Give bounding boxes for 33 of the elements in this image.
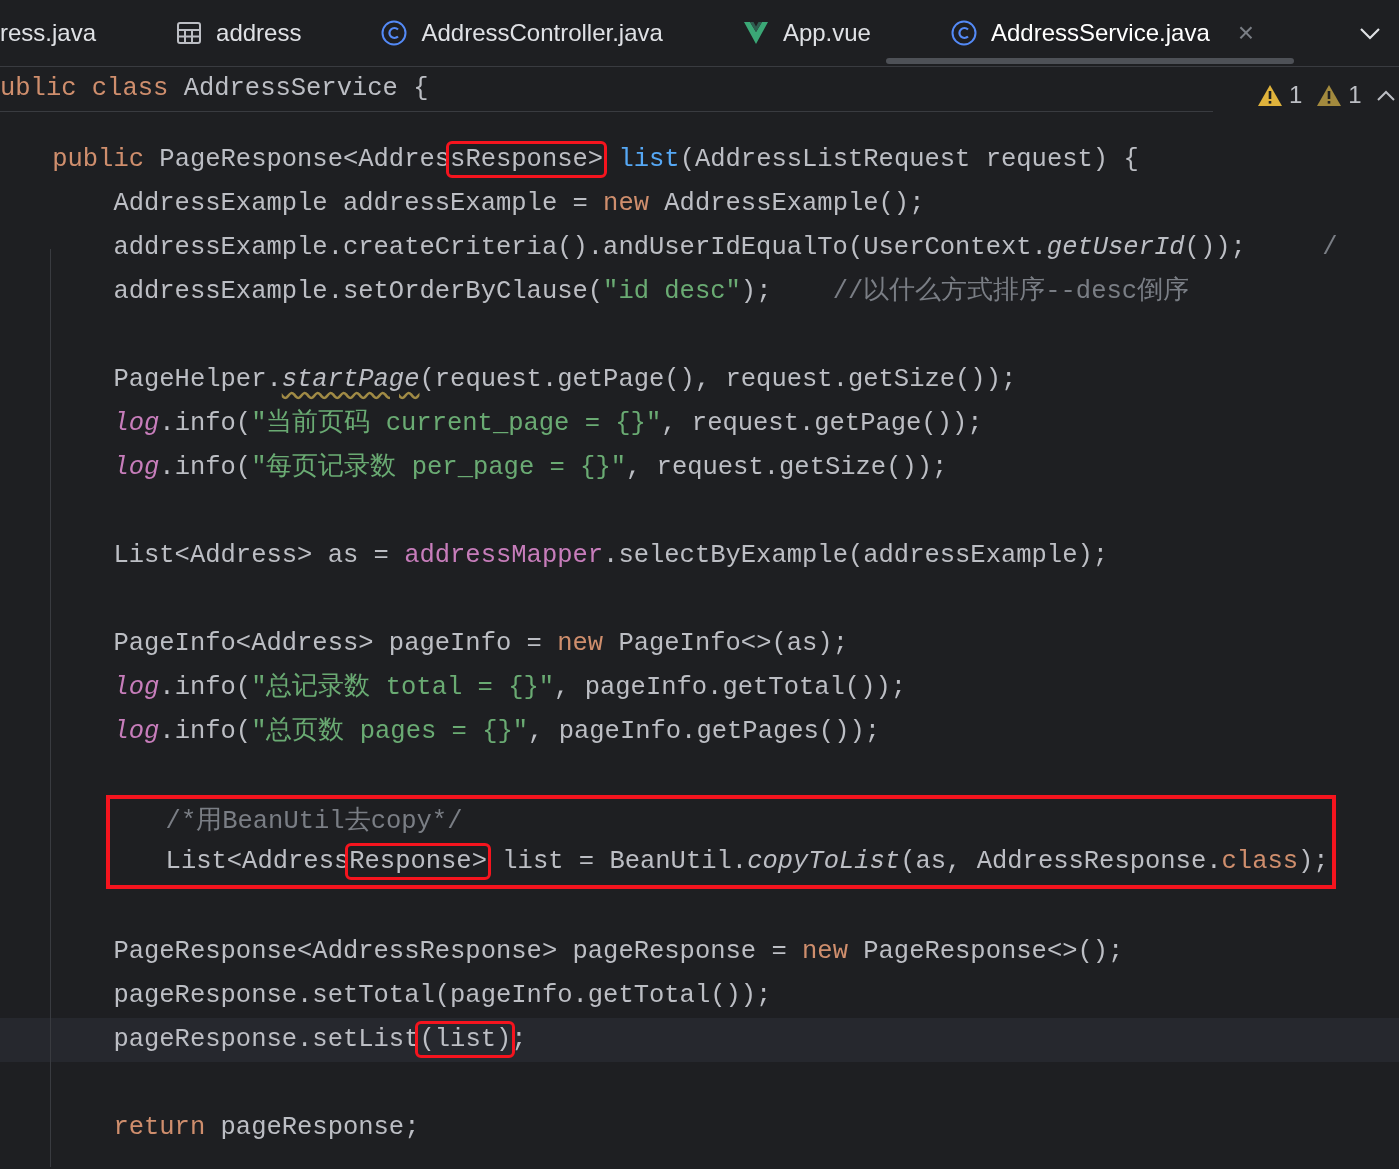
file-tab[interactable]: address: [136, 0, 342, 66]
code-line: addressExample.createCriteria().andUserIdEqualTo(UserContext.getUserId()); /: [113, 232, 1338, 264]
code-line: PageResponse<AddressResponse> pageResponse = new PageResponse<>();: [113, 936, 1124, 968]
chevron-up-icon: [1375, 88, 1396, 102]
code-line: PageHelper.startPage(request.getPage(), request.getSize());: [113, 364, 1017, 396]
file-tab[interactable]: App.vue: [702, 0, 911, 66]
code-line: List<Address Response> list = BeanUtil.copyToList(as, AddressResponse.class);: [165, 844, 1329, 880]
file-tab[interactable]: ress.java: [0, 0, 137, 66]
code-line: log.info("当前页码 current_page = {}", request.getPage());: [113, 407, 983, 440]
code-line: pageResponse.setTotal(pageInfo.getTotal());: [113, 980, 772, 1012]
code-line: return pageResponse;: [113, 1112, 420, 1144]
code-line: ublic class AddressService {: [0, 73, 429, 105]
class-icon: [381, 20, 408, 46]
code-line: public PageResponse<Addres sResponse> list(AddressListRequest request) {: [52, 142, 1139, 178]
warning-count: 1: [1289, 80, 1303, 110]
code-line: List<Address> as = addressMapper.selectByExample(addressExample);: [113, 540, 1109, 572]
code-line: addressExample.setOrderByClause("id desc"); //以什么方式排序--desc倒序: [113, 275, 1190, 308]
warning-count: 1: [1348, 80, 1362, 110]
chevron-down-icon[interactable]: [1359, 25, 1381, 41]
class-icon: [950, 20, 977, 46]
code-line: log.info("总页数 pages = {}", pageInfo.getPages());: [113, 716, 881, 748]
warning-icon: [1257, 83, 1283, 107]
vue-icon: [742, 20, 769, 46]
code-line: pageResponse.setList(list);: [113, 1022, 527, 1058]
code-line: PageInfo<Address> pageInfo = new PageInfo<>(as);: [113, 628, 848, 660]
code-line: log.info("总记录数 total = {}", pageInfo.getTotal());: [113, 672, 907, 704]
close-icon[interactable]: ×: [1237, 12, 1255, 54]
code-line: log.info("每页记录数 per_page = {}", request.getSize());: [113, 452, 948, 484]
code-line: /*用BeanUtil去copy*/: [165, 805, 463, 838]
code-line: AddressExample addressExample = new AddressExample();: [113, 188, 925, 220]
warning-icon: [1316, 83, 1343, 107]
table-icon: [176, 20, 203, 46]
file-tab[interactable]: AddressController.java: [341, 0, 703, 66]
